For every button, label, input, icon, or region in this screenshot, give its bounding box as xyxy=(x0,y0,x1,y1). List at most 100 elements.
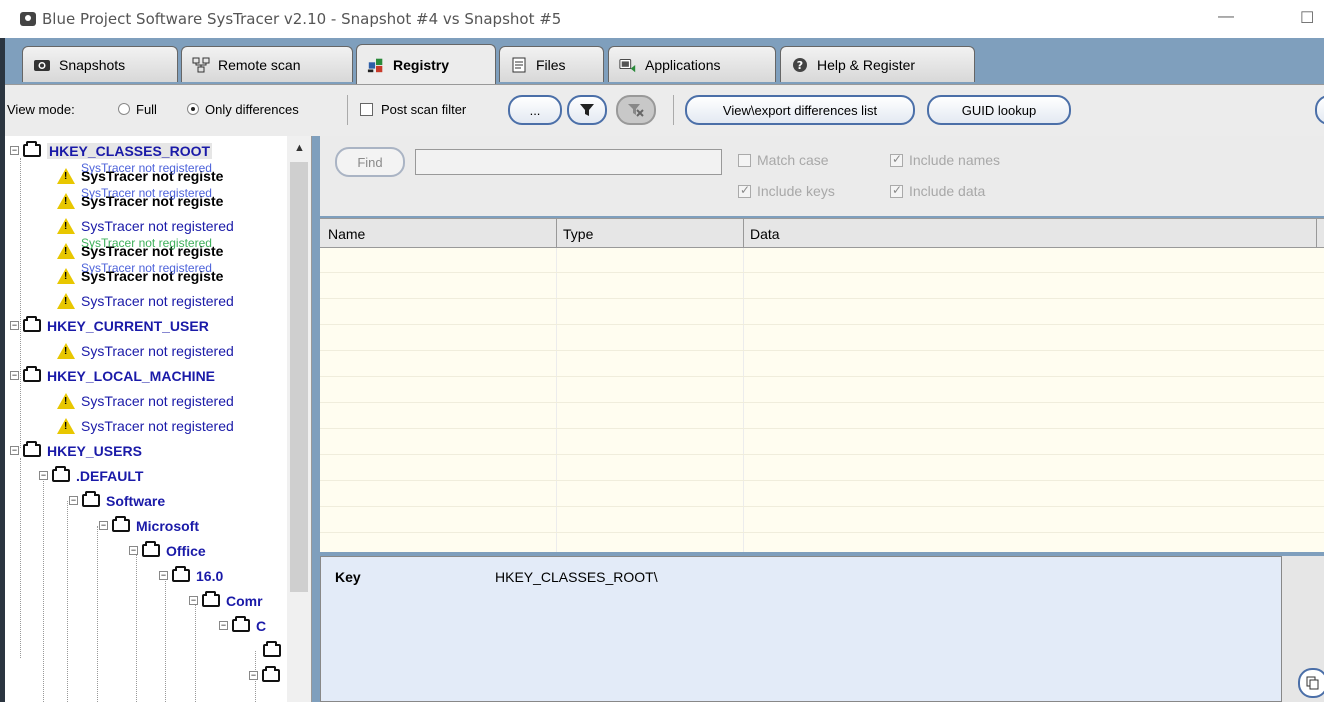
grid-row-line xyxy=(320,454,1324,455)
tab-files[interactable]: Files xyxy=(499,46,604,82)
toolbar-overflow-button[interactable] xyxy=(1315,95,1324,125)
tree-node-16-0[interactable]: − 16.0 xyxy=(159,563,223,588)
maximize-button[interactable]: ☐ xyxy=(1300,8,1314,28)
tree-node-truncated[interactable]: − xyxy=(249,663,286,688)
grid-row-line xyxy=(320,480,1324,481)
tab-help-register[interactable]: ? Help & Register xyxy=(780,46,975,82)
collapse-icon[interactable]: − xyxy=(10,371,19,380)
minimize-button[interactable]: — xyxy=(1218,8,1234,26)
registry-icon xyxy=(367,57,385,73)
tab-remote-scan[interactable]: Remote scan xyxy=(181,46,353,82)
view-mode-full-label[interactable]: Full xyxy=(136,102,157,117)
tree-node-hklm[interactable]: − HKEY_LOCAL_MACHINE xyxy=(10,363,215,388)
collapse-icon[interactable]: − xyxy=(249,671,258,680)
tree-node-warning[interactable]: ! SysTracer not registered SysTracer not … xyxy=(57,236,223,263)
column-type-header[interactable]: Type xyxy=(563,226,593,242)
tree-node-warning[interactable]: ! SysTracer not registered xyxy=(57,288,234,313)
folder-icon xyxy=(52,466,70,482)
tree-node-hkcr[interactable]: − HKEY_CLASSES_ROOT xyxy=(10,138,213,163)
tab-help-register-label: Help & Register xyxy=(817,56,916,73)
match-case-checkbox[interactable] xyxy=(738,153,751,167)
warning-icon: ! xyxy=(57,242,75,259)
files-icon xyxy=(510,57,528,73)
more-options-button[interactable]: ... xyxy=(508,95,562,125)
tab-registry[interactable]: Registry xyxy=(356,44,496,84)
folder-icon xyxy=(263,641,281,657)
tree-node-warning[interactable]: ! SysTracer not registered xyxy=(57,413,234,438)
tree-node-default[interactable]: − .DEFAULT xyxy=(39,463,143,488)
column-name-header[interactable]: Name xyxy=(328,226,365,242)
include-data-option[interactable]: Include data xyxy=(890,183,985,199)
tree-node-warning[interactable]: ! SysTracer not registered SysTracer not … xyxy=(57,261,223,288)
include-data-checkbox[interactable] xyxy=(890,183,903,198)
post-scan-filter-label[interactable]: Post scan filter xyxy=(381,102,466,117)
applications-icon xyxy=(619,57,637,73)
tree-node-warning[interactable]: ! SysTracer not registered SysTracer not … xyxy=(57,185,223,213)
tree-node-warning[interactable]: ! SysTracer not registered xyxy=(57,213,234,238)
warning-icon: ! xyxy=(57,217,75,234)
match-case-option[interactable]: Match case xyxy=(738,152,829,168)
tree-line xyxy=(97,526,98,702)
tab-applications[interactable]: Applications xyxy=(608,46,776,82)
tree-scrollbar-thumb[interactable] xyxy=(290,162,308,592)
filter-button[interactable] xyxy=(567,95,607,125)
tree-node-truncated[interactable] xyxy=(263,638,287,663)
tree-node-hkcu[interactable]: − HKEY_CURRENT_USER xyxy=(10,313,209,338)
tree-node-hku[interactable]: − HKEY_USERS xyxy=(10,438,142,463)
clear-filter-button[interactable] xyxy=(616,95,656,125)
include-data-label: Include data xyxy=(909,183,986,199)
collapse-icon[interactable]: − xyxy=(159,571,168,580)
post-scan-filter-checkbox[interactable] xyxy=(360,103,373,116)
collapse-icon[interactable]: − xyxy=(129,546,138,555)
view-export-differences-button[interactable]: View\export differences list xyxy=(685,95,915,125)
folder-icon xyxy=(82,491,100,507)
registry-tree[interactable]: − HKEY_CLASSES_ROOT ! SysTracer not regi… xyxy=(5,136,312,702)
view-mode-full-radio[interactable] xyxy=(118,103,130,115)
collapse-icon[interactable]: − xyxy=(10,321,19,330)
include-names-option[interactable]: Include names xyxy=(890,152,1000,168)
collapse-icon[interactable]: − xyxy=(39,471,48,480)
collapse-icon[interactable]: − xyxy=(219,621,228,630)
column-data-header[interactable]: Data xyxy=(750,226,780,242)
collapse-icon[interactable]: − xyxy=(10,446,19,455)
tree-node-label-overlay: SysTracer not registered xyxy=(81,185,212,200)
camera-icon xyxy=(33,57,51,73)
guid-lookup-button[interactable]: GUID lookup xyxy=(927,95,1071,125)
view-mode-only-differences-radio[interactable] xyxy=(187,103,199,115)
collapse-icon[interactable]: − xyxy=(189,596,198,605)
collapse-icon[interactable]: − xyxy=(99,521,108,530)
tree-scrollbar[interactable]: ▲ xyxy=(287,136,311,702)
network-icon xyxy=(192,57,210,73)
copy-button[interactable] xyxy=(1298,668,1324,698)
find-button[interactable]: Find xyxy=(335,147,405,177)
include-keys-checkbox[interactable] xyxy=(738,183,751,198)
scroll-up-icon[interactable]: ▲ xyxy=(294,142,305,154)
tree-line xyxy=(67,501,68,702)
collapse-icon[interactable]: − xyxy=(69,496,78,505)
tree-node-c[interactable]: − C xyxy=(219,613,266,638)
grid-row-line xyxy=(320,376,1324,377)
title-bar: Blue Project Software SysTracer v2.10 - … xyxy=(0,0,1324,38)
tree-node-office[interactable]: − Office xyxy=(129,538,206,563)
tree-node-software[interactable]: − Software xyxy=(69,488,165,513)
key-value: HKEY_CLASSES_ROOT\ xyxy=(495,569,658,585)
tree-node-comr[interactable]: − Comr xyxy=(189,588,263,613)
funnel-icon xyxy=(580,104,594,116)
tab-snapshots[interactable]: Snapshots xyxy=(22,46,178,82)
tree-node-microsoft[interactable]: − Microsoft xyxy=(99,513,199,538)
tree-node-warning[interactable]: ! SysTracer not registered xyxy=(57,388,234,413)
tree-node-warning[interactable]: ! SysTracer not registered xyxy=(57,338,234,363)
find-input[interactable] xyxy=(415,149,722,175)
tree-node-label: SysTracer not registered xyxy=(81,292,234,309)
tree-node-warning[interactable]: ! SysTracer not registered SysTracer not … xyxy=(57,161,223,188)
values-grid[interactable]: Name Type Data xyxy=(320,218,1324,552)
collapse-icon[interactable]: − xyxy=(10,146,19,155)
include-keys-option[interactable]: Include keys xyxy=(738,183,835,199)
folder-icon xyxy=(112,516,130,532)
tab-files-label: Files xyxy=(536,56,566,73)
grid-header: Name Type Data xyxy=(320,218,1324,248)
tree-node-label: .DEFAULT xyxy=(76,467,144,484)
view-mode-only-differences-label[interactable]: Only differences xyxy=(205,102,299,117)
include-names-checkbox[interactable] xyxy=(890,152,903,167)
tree-line xyxy=(20,158,21,448)
